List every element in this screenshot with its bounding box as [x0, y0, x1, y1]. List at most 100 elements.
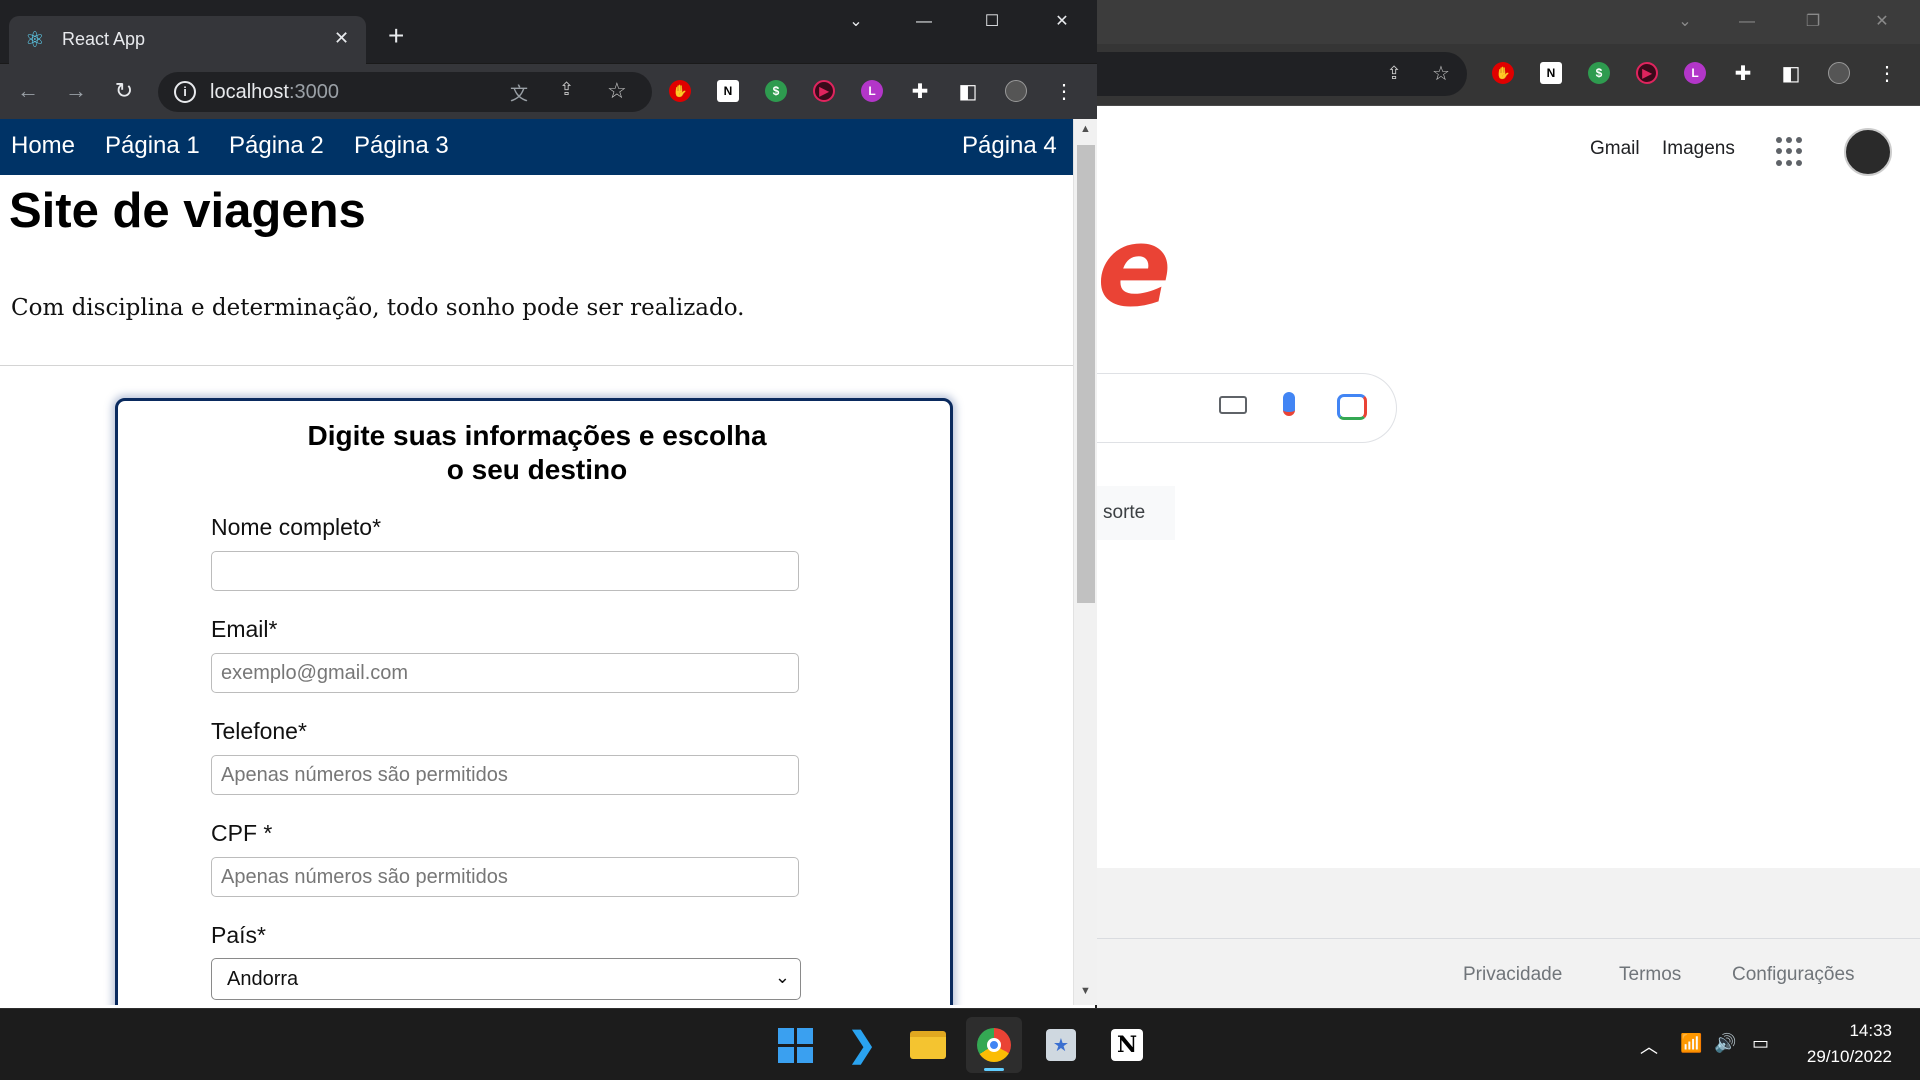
share-icon[interactable]: ⇪ — [1380, 59, 1408, 87]
new-tab-icon[interactable]: + — [388, 22, 404, 50]
cpf-input[interactable] — [211, 857, 799, 897]
background-omnibox[interactable]: ⇪ ☆ — [1097, 52, 1467, 96]
google-search-box[interactable] — [1097, 373, 1397, 443]
translate-icon[interactable]: 文 — [510, 80, 528, 106]
phone-input[interactable] — [211, 755, 799, 795]
profile-avatar-icon[interactable] — [1825, 59, 1853, 87]
form-title-line-2: o seu destino — [446, 454, 628, 485]
country-selected-value: Andorra — [227, 968, 299, 990]
tab-react-app[interactable]: ⚛ React App ✕ — [9, 16, 366, 64]
extensions-puzzle-icon[interactable]: ✚ — [906, 77, 934, 105]
tab-search-icon[interactable]: ⌄ — [846, 12, 866, 32]
url-port: :3000 — [288, 81, 339, 103]
clock-time[interactable]: 14:33 — [1849, 1021, 1892, 1041]
share-icon[interactable]: ⇪ — [559, 79, 574, 100]
full-name-input[interactable] — [211, 551, 799, 591]
nav-pagina-3[interactable]: Página 3 — [354, 132, 449, 160]
extension-lr-icon[interactable]: L — [1681, 59, 1709, 87]
extension-stop-icon[interactable]: ✋ — [1489, 59, 1517, 87]
menu-dots-icon[interactable]: ⋮ — [1873, 59, 1901, 87]
chrome-icon[interactable] — [966, 1017, 1022, 1073]
tab-search-icon[interactable]: ⌄ — [1675, 12, 1695, 32]
url-host: localhost — [210, 81, 289, 103]
nav-pagina-4[interactable]: Página 4 — [962, 132, 1057, 160]
tab-close-icon[interactable]: ✕ — [334, 28, 349, 49]
tab-title: React App — [62, 29, 146, 49]
full-name-label: Nome completo* — [211, 514, 382, 540]
app-store-icon[interactable]: ★ — [1033, 1017, 1089, 1073]
extension-lr-icon[interactable]: L — [858, 77, 886, 105]
extension-play-icon[interactable]: ▶ — [810, 77, 838, 105]
extension-dollar-icon[interactable]: $ — [762, 77, 790, 105]
wifi-icon[interactable]: 📶 — [1680, 1033, 1702, 1054]
gmail-link[interactable]: Gmail — [1590, 138, 1640, 168]
phone-label: Telefone* — [211, 718, 307, 744]
scroll-down-arrow-icon[interactable]: ▼ — [1080, 985, 1091, 997]
close-window-icon[interactable]: ✕ — [1052, 12, 1072, 32]
forward-arrow-icon[interactable]: → — [62, 77, 90, 105]
extension-stop-icon[interactable]: ✋ — [666, 77, 694, 105]
email-input[interactable] — [211, 653, 799, 693]
maximize-icon[interactable]: ☐ — [982, 12, 1002, 32]
menu-dots-icon[interactable]: ⋮ — [1050, 77, 1078, 105]
page-scrollbar[interactable]: ▲ ▼ — [1073, 119, 1097, 1005]
travel-form-card: Digite suas informações e escolha o seu … — [115, 398, 953, 1005]
scrollbar-thumb[interactable] — [1077, 145, 1095, 603]
email-label: Email* — [211, 616, 278, 642]
footer-divider — [1097, 938, 1920, 939]
vscode-icon[interactable]: ❯ — [834, 1017, 890, 1073]
profile-avatar-icon[interactable] — [1002, 77, 1030, 105]
chevron-down-icon: ⌄ — [774, 967, 790, 987]
minimize-icon[interactable]: — — [1737, 12, 1757, 32]
settings-link[interactable]: Configurações — [1732, 964, 1855, 986]
minimize-icon[interactable]: — — [914, 12, 934, 32]
chevron-up-icon[interactable]: ︿ — [1640, 1033, 1658, 1059]
background-browser-window: ⌄ — ❐ ✕ ⇪ ☆ ✋ N $ ▶ L ✚ ◧ ⋮ Gmail Imagen… — [1097, 0, 1920, 1008]
close-icon[interactable]: ✕ — [1872, 12, 1892, 32]
privacy-link[interactable]: Privacidade — [1463, 964, 1562, 986]
scroll-up-arrow-icon[interactable]: ▲ — [1080, 123, 1091, 135]
volume-icon[interactable]: 🔊 — [1714, 1033, 1736, 1054]
extension-dollar-icon[interactable]: $ — [1585, 59, 1613, 87]
back-arrow-icon[interactable]: ← — [14, 77, 42, 105]
apps-grid-icon[interactable] — [1776, 137, 1806, 167]
country-select[interactable]: Andorra ⌄ — [211, 958, 801, 1000]
nav-pagina-1[interactable]: Página 1 — [105, 132, 200, 160]
nav-home[interactable]: Home — [11, 132, 75, 160]
side-panel-icon[interactable]: ◧ — [1777, 59, 1805, 87]
camera-lens-icon[interactable] — [1337, 394, 1367, 420]
google-account-avatar[interactable] — [1844, 128, 1892, 176]
lucky-button[interactable]: sorte — [1097, 486, 1175, 540]
windows-start-icon[interactable] — [767, 1017, 823, 1073]
clock-date[interactable]: 29/10/2022 — [1807, 1047, 1892, 1067]
site-motto: Com disciplina e determinação, todo sonh… — [11, 295, 745, 321]
restore-icon[interactable]: ❐ — [1803, 12, 1823, 32]
address-bar[interactable]: i localhost:3000 文 ⇪ ☆ — [158, 72, 652, 112]
google-footer: Privacidade Termos Configurações — [1097, 868, 1920, 1008]
terms-link[interactable]: Termos — [1619, 964, 1681, 986]
background-toolbar: ⇪ ☆ ✋ N $ ▶ L ✚ ◧ ⋮ — [1097, 44, 1920, 106]
reload-icon[interactable]: ↻ — [110, 77, 138, 105]
windows-taskbar: ❯ ★ N ︿ 📶 🔊 ▭ 14:33 29/10/2022 — [0, 1008, 1920, 1080]
bookmark-star-icon[interactable]: ☆ — [1427, 59, 1455, 87]
extensions-puzzle-icon[interactable]: ✚ — [1729, 59, 1757, 87]
nav-pagina-2[interactable]: Página 2 — [229, 132, 324, 160]
bookmark-star-icon[interactable]: ☆ — [607, 78, 627, 104]
side-panel-icon[interactable]: ◧ — [954, 77, 982, 105]
extension-notion-icon[interactable]: N — [714, 77, 742, 105]
form-title: Digite suas informações e escolha o seu … — [118, 419, 956, 487]
react-favicon-icon: ⚛ — [25, 27, 45, 52]
extension-play-icon[interactable]: ▶ — [1633, 59, 1661, 87]
section-divider — [0, 365, 1073, 366]
foreground-browser-window: ⚛ React App ✕ + ⌄ — ☐ ✕ ← → ↻ i localhos… — [0, 0, 1097, 1008]
file-explorer-icon[interactable] — [900, 1017, 956, 1073]
url-text[interactable]: localhost:3000 — [210, 81, 339, 104]
microphone-icon[interactable] — [1283, 392, 1295, 416]
images-link[interactable]: Imagens — [1662, 138, 1735, 168]
keyboard-icon[interactable] — [1219, 396, 1247, 414]
notion-taskbar-icon[interactable]: N — [1099, 1017, 1155, 1073]
page-title: Site de viagens — [9, 184, 366, 238]
site-info-icon[interactable]: i — [174, 81, 196, 103]
battery-icon[interactable]: ▭ — [1752, 1033, 1769, 1054]
extension-notion-icon[interactable]: N — [1537, 59, 1565, 87]
